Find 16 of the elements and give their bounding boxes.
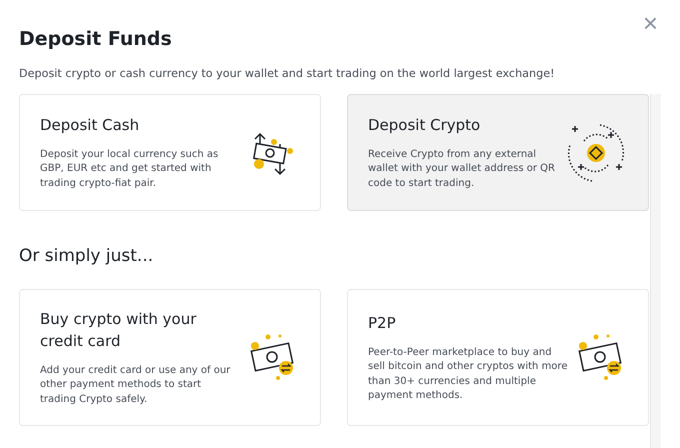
- scrollbar[interactable]: [650, 94, 661, 448]
- card-description: Peer-to-Peer marketplace to buy and sell bitcoin and other cryptos with more than 30+ currencies and multiple payment methods.: [368, 346, 568, 403]
- section-heading: Or simply just...: [19, 245, 154, 267]
- card-title: Deposit Cash: [40, 114, 140, 136]
- dialog-title: Deposit Funds: [19, 27, 172, 52]
- card-description: Add your credit card or use any of our other payment methods to start trading Crypto safely.: [40, 364, 232, 407]
- card-title: P2P: [368, 312, 397, 334]
- card-description: Receive Crypto from any external wallet with your wallet address or QR code to start trading.: [368, 148, 556, 191]
- option-card[interactable]: P2P Peer-to-Peer marketplace to buy and sell bitcoin and other cryptos with more than 30+ currencies and multiple payment methods.: [347, 289, 649, 426]
- card-title: Deposit Crypto: [368, 114, 482, 136]
- dialog-subtitle: Deposit crypto or cash currency to your wallet and start trading on the world largest exchange!: [19, 66, 556, 82]
- card-description: Deposit your local currency such as GBP, EUR etc and get started with trading crypto-fiat pair.: [40, 148, 220, 191]
- option-card[interactable]: Buy crypto with your credit card Add your credit card or use any of our other payment methods to start trading Crypto safely.: [19, 289, 321, 426]
- option-card[interactable]: Deposit Cash Deposit your local currency such as GBP, EUR etc and get started with trading crypto-fiat pair.: [19, 94, 321, 211]
- card-title: Buy crypto with your credit card: [40, 308, 198, 352]
- option-card[interactable]: Deposit Crypto Receive Crypto from any external wallet with your wallet address or QR code to start trading.: [347, 94, 649, 211]
